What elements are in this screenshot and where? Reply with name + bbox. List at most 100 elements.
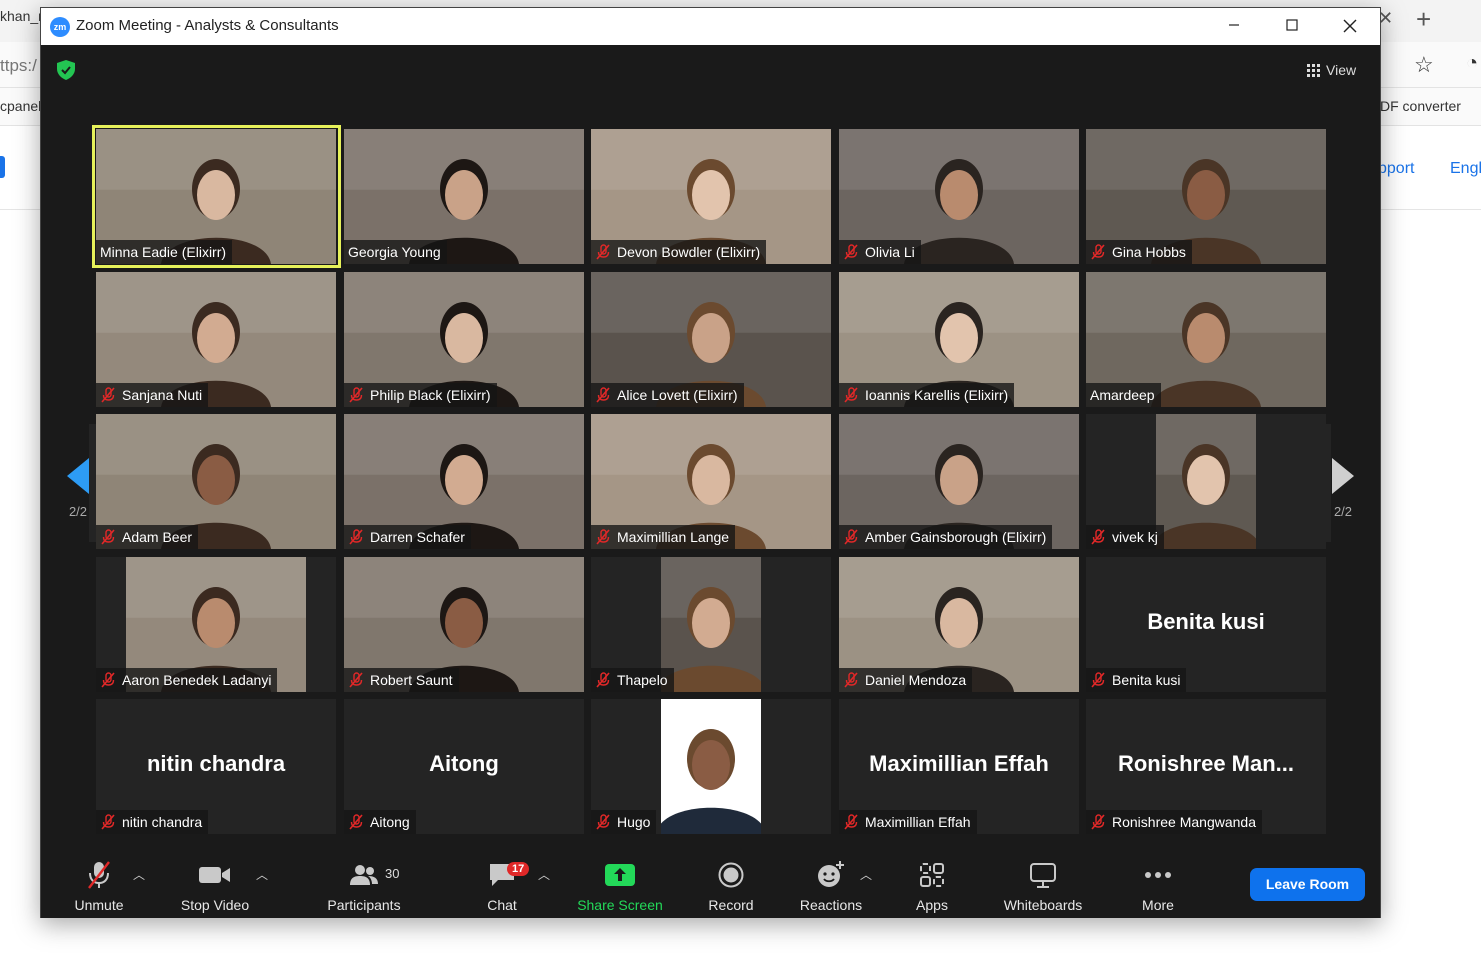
minimize-button[interactable] [1211,12,1257,42]
participant-name: Gina Hobbs [1112,244,1186,260]
participant-name-label: Adam Beer [96,525,199,549]
extension-icon[interactable]: ◔ [1466,52,1478,75]
minimize-icon [1229,24,1239,26]
video-options-chevron-up-icon[interactable]: ︿ [256,866,268,883]
muted-microphone-icon [844,814,858,830]
participant-name-label: Sanjana Nuti [96,383,209,407]
share-screen-label: Share Screen [577,897,663,913]
participant-tile[interactable]: Maximillian Lange [591,414,831,549]
participant-tile[interactable]: Adam Beer [96,414,336,549]
participant-tile[interactable]: Amber Gainsborough (Elixirr) [839,414,1079,549]
participant-name-label: Hugo [591,810,657,834]
muted-microphone-icon [1091,529,1105,545]
whiteboards-label: Whiteboards [1003,897,1083,913]
participant-tile[interactable]: Maximillian Effah Maximillian Effah [839,699,1079,834]
stop-video-label: Stop Video [180,897,250,913]
muted-microphone-icon [101,814,115,830]
site-logo-fragment [0,156,5,178]
participant-name: Minna Eadie (Elixirr) [100,244,227,260]
participant-tile[interactable]: Daniel Mendoza [839,557,1079,692]
participant-name-label: Amber Gainsborough (Elixirr) [839,525,1053,549]
participant-tile[interactable]: Benita kusi Benita kusi [1086,557,1326,692]
participant-tile[interactable]: Ioannis Karellis (Elixirr) [839,272,1079,407]
view-button[interactable]: View [1299,58,1364,82]
audio-options-chevron-up-icon[interactable]: ︿ [133,866,145,883]
unmute-label: Unmute [74,897,124,913]
participant-name-label: Minna Eadie (Elixirr) [96,240,233,264]
participant-tile[interactable]: Olivia Li [839,129,1079,264]
muted-microphone-icon [844,387,858,403]
participant-tile[interactable]: Aaron Benedek Ladanyi [96,557,336,692]
participants-label: Participants [327,897,401,913]
participant-tile[interactable]: nitin chandra nitin chandra [96,699,336,834]
record-button[interactable]: Record [705,860,757,913]
participant-name: Georgia Young [348,244,441,260]
video-camera-icon [199,867,230,883]
participant-tile[interactable]: Philip Black (Elixirr) [344,272,584,407]
maximize-icon [1286,19,1298,31]
zoom-logo-icon: zm [50,17,70,37]
reactions-button[interactable]: Reactions [795,860,867,913]
participant-name: Ioannis Karellis (Elixirr) [865,387,1009,403]
participant-tile[interactable]: Darren Schafer [344,414,584,549]
leave-room-button[interactable]: Leave Room [1250,868,1365,901]
muted-microphone-icon [596,529,610,545]
participants-count: 30 [385,866,400,881]
participant-tile[interactable]: Devon Bowdler (Elixirr) [591,129,831,264]
apps-button[interactable]: Apps [911,860,953,913]
chat-unread-badge: 17 [507,862,530,876]
participant-name: Daniel Mendoza [865,672,967,688]
maximize-button[interactable] [1269,12,1315,42]
reactions-options-chevron-up-icon[interactable]: ︿ [860,866,872,883]
unmute-button[interactable]: Unmute [68,860,130,913]
chat-options-chevron-up-icon[interactable]: ︿ [538,866,550,883]
more-ellipsis-icon [1145,872,1171,878]
participant-name-label: Aitong [344,810,416,834]
participant-tile[interactable]: Aitong Aitong [344,699,584,834]
participant-name: Sanjana Nuti [122,387,203,403]
share-screen-button[interactable]: Share Screen [574,860,666,913]
muted-microphone-icon [844,529,858,545]
language-link[interactable]: Engl [1450,160,1481,178]
participant-name-label: Aaron Benedek Ladanyi [96,668,278,692]
participant-name: Olivia Li [865,244,915,260]
participant-tile[interactable]: Hugo [591,699,831,834]
close-window-button[interactable] [1327,12,1373,42]
participant-tile[interactable]: Minna Eadie (Elixirr) [96,129,336,264]
participant-tile[interactable]: Sanjana Nuti [96,272,336,407]
video-feed [1156,414,1256,549]
participant-display-name: nitin chandra [146,751,286,776]
participant-name-label: Philip Black (Elixirr) [344,383,497,407]
participant-name-label: Darren Schafer [344,525,471,549]
next-page-button[interactable]: 2/2 [1324,458,1362,519]
browser-tab-title[interactable]: khan_r [0,8,43,24]
muted-microphone-icon [101,529,115,545]
bookmark-cpanel[interactable]: cpanel [0,98,41,114]
more-button[interactable]: More [1134,860,1182,913]
participant-tile[interactable]: Amardeep [1086,272,1326,407]
participant-tile[interactable]: Georgia Young [344,129,584,264]
whiteboards-button[interactable]: Whiteboards [997,860,1089,913]
record-label: Record [708,897,754,913]
support-link[interactable]: pport [1378,160,1414,178]
participant-tile[interactable]: Gina Hobbs [1086,129,1326,264]
security-shield-icon[interactable] [57,60,75,80]
new-tab-icon[interactable]: + [1416,4,1431,35]
participant-tile[interactable]: Thapelo [591,557,831,692]
bookmark-pdf-converter[interactable]: DF converter [1380,98,1461,114]
participant-name-label: Benita kusi [1086,668,1187,692]
participant-tile[interactable]: Ronishree Man... Ronishree Mangwanda [1086,699,1326,834]
stop-video-button[interactable]: Stop Video [175,860,255,913]
muted-microphone-icon [844,672,858,688]
favorite-star-icon[interactable]: ☆ [1414,52,1434,78]
participant-tile[interactable]: Alice Lovett (Elixirr) [591,272,831,407]
participant-name-label: Thapelo [591,668,674,692]
participant-tile[interactable]: vivek kj [1086,414,1326,549]
participant-name: Hugo [617,814,651,830]
previous-page-button[interactable]: 2/2 [59,458,97,519]
participant-name-label: Amardeep [1086,383,1161,407]
participant-tile[interactable]: Robert Saunt [344,557,584,692]
muted-microphone-icon [349,672,363,688]
participant-name-label: Olivia Li [839,240,921,264]
address-text[interactable]: ttps:/ [0,56,37,76]
